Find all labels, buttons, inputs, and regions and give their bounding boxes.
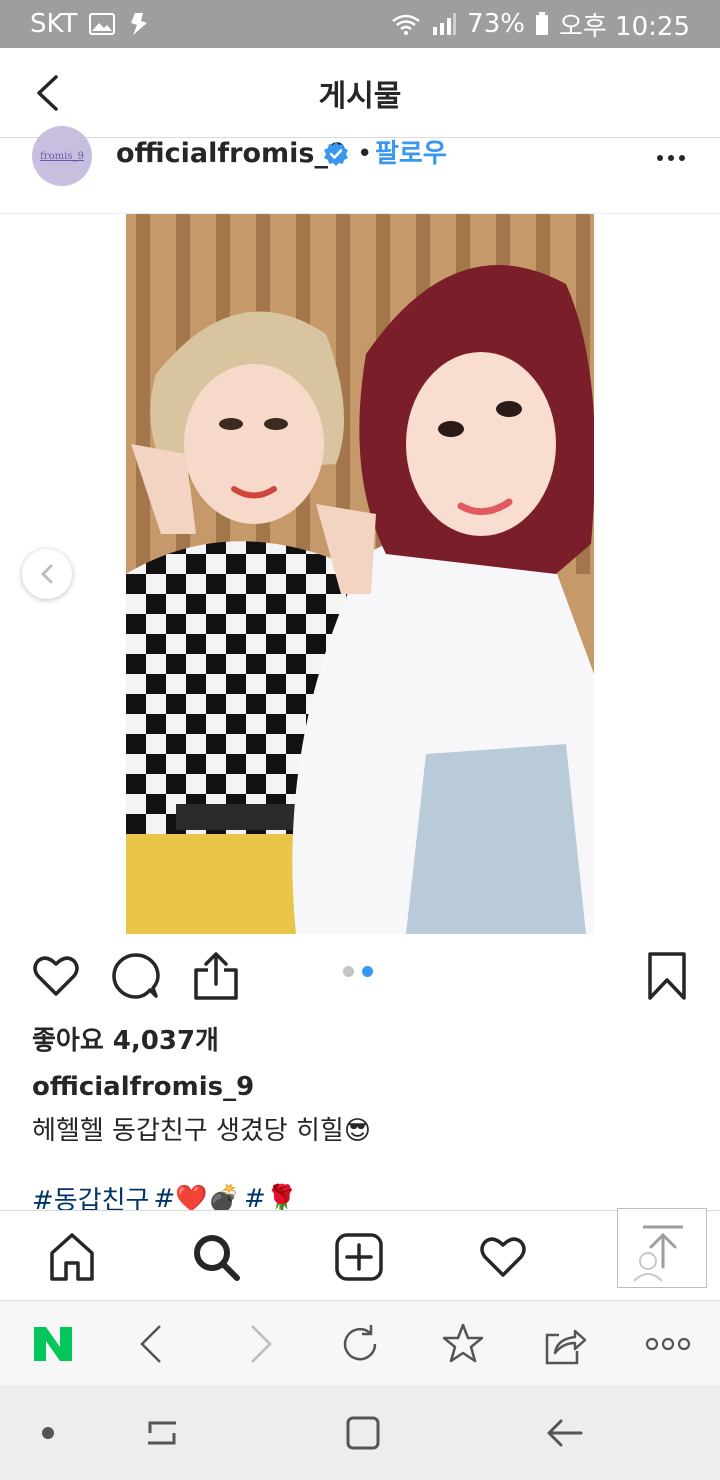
- caption-text: 헤헬헬 동갑친구 생겼당 히힐😎: [32, 1116, 371, 1146]
- naver-logo-icon: [34, 1327, 72, 1361]
- scroll-to-top-button[interactable]: [617, 1208, 707, 1288]
- star-icon: [442, 1323, 484, 1363]
- save-button[interactable]: [644, 950, 696, 1002]
- post-media: [0, 214, 720, 934]
- carrier-label: SKT: [30, 9, 78, 39]
- verified-icon: [323, 141, 349, 171]
- hashtag-link[interactable]: #❤️💣: [153, 1184, 240, 1214]
- heart-icon: [480, 1237, 526, 1277]
- carousel-dot-active: [362, 966, 373, 977]
- clock: 오후 10:25: [558, 11, 690, 42]
- nav-new-post[interactable]: [333, 1231, 385, 1283]
- plus-square-icon: [335, 1233, 383, 1281]
- app-header: 게시물: [0, 48, 720, 138]
- browser-refresh-button[interactable]: [337, 1321, 383, 1367]
- system-nav-bar: [0, 1385, 720, 1480]
- carousel-indicator: [343, 966, 373, 977]
- post-photo[interactable]: [126, 214, 594, 934]
- separator-dot: •: [357, 139, 373, 169]
- dot-icon: [42, 1427, 54, 1439]
- chevron-right-icon: [251, 1325, 272, 1363]
- browser-forward-button[interactable]: [236, 1321, 282, 1367]
- comment-button[interactable]: [110, 950, 162, 1002]
- refresh-icon: [343, 1325, 377, 1361]
- post-actions: [0, 950, 720, 1010]
- chevron-left-icon: [41, 564, 53, 584]
- back-button[interactable]: [22, 68, 72, 118]
- likes-count[interactable]: 좋아요 4,037개: [32, 1020, 219, 1057]
- share-button[interactable]: [190, 950, 242, 1002]
- nav-home[interactable]: [46, 1231, 98, 1283]
- more-horizontal-icon: [645, 1337, 691, 1351]
- home-system-button[interactable]: [343, 1413, 383, 1453]
- sys-dot-button[interactable]: [28, 1413, 68, 1453]
- battery-percent: 73%: [467, 9, 525, 39]
- carousel-prev-button[interactable]: [22, 549, 72, 599]
- follow-button[interactable]: 팔로우: [375, 138, 447, 170]
- battery-icon: [535, 12, 549, 36]
- avatar[interactable]: fromis_9: [32, 126, 92, 186]
- share-out-icon: [545, 1329, 587, 1365]
- back-system-button[interactable]: [545, 1413, 585, 1453]
- nav-activity[interactable]: [477, 1231, 529, 1283]
- post-header: fromis_9 officialfromis_9 • 팔로우: [0, 126, 720, 214]
- recent-apps-button[interactable]: [142, 1413, 182, 1453]
- caption-username[interactable]: officialfromis_9: [32, 1072, 254, 1102]
- home-square-icon: [346, 1416, 380, 1450]
- naver-home-button[interactable]: [30, 1321, 76, 1367]
- status-bar: SKT 73% 오후 10:25: [0, 0, 720, 48]
- browser-back-button[interactable]: [130, 1321, 176, 1367]
- image-icon: [89, 13, 116, 35]
- carousel-dot: [343, 966, 354, 977]
- like-button[interactable]: [30, 950, 82, 1002]
- clean-icon: [127, 11, 151, 37]
- share-icon: [194, 952, 238, 1000]
- more-horizontal-icon: [657, 155, 685, 161]
- post-username[interactable]: officialfromis_9: [116, 138, 347, 170]
- recent-apps-icon: [148, 1421, 176, 1445]
- nav-search[interactable]: [190, 1231, 242, 1283]
- browser-menu-button[interactable]: [645, 1321, 691, 1367]
- browser-bookmark-button[interactable]: [440, 1321, 486, 1367]
- wifi-icon: [391, 13, 421, 35]
- page-title: 게시물: [318, 78, 402, 114]
- arrow-up-to-top-icon: [633, 1225, 683, 1282]
- bookmark-icon: [648, 952, 686, 1000]
- signal-icon: [431, 13, 457, 35]
- comment-icon: [112, 953, 160, 999]
- browser-share-button[interactable]: [541, 1321, 587, 1367]
- chevron-left-icon: [140, 1325, 161, 1363]
- home-icon: [50, 1233, 94, 1281]
- search-icon: [194, 1235, 240, 1281]
- heart-icon: [33, 956, 79, 996]
- chevron-left-icon: [37, 75, 58, 111]
- more-options-button[interactable]: [655, 142, 687, 166]
- arrow-left-icon: [547, 1419, 583, 1447]
- app-bottom-nav: [0, 1210, 720, 1300]
- browser-toolbar: [0, 1300, 720, 1385]
- hashtag-link[interactable]: #🌹: [244, 1184, 298, 1214]
